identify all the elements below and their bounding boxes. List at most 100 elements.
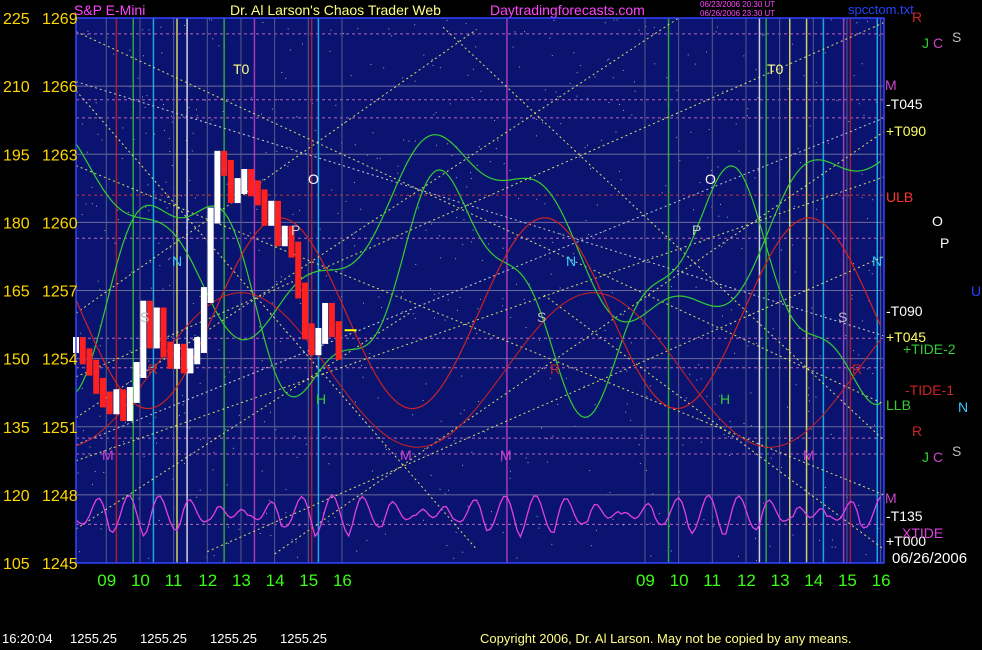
star-dot [297,556,299,558]
star-dot [595,529,597,531]
star-dot [148,29,150,31]
star-dot [630,342,632,344]
x-axis-hour-label: 10 [131,571,150,590]
star-dot [262,179,264,181]
price-bar [133,362,140,403]
star-dot [104,229,106,231]
star-dot [611,292,613,294]
star-dot [354,401,356,403]
star-dot [337,212,339,214]
star-dot [378,296,380,298]
price-bar [227,159,234,204]
planet-marker: O [932,213,943,229]
y-axis-price-label: 1257 [42,284,78,301]
star-dot [192,132,194,134]
star-dot [99,415,101,417]
star-dot [808,410,810,412]
star-dot [453,440,455,442]
star-dot [824,52,826,54]
planet-marker: O [308,171,319,187]
star-dot [270,535,272,537]
star-dot [550,273,552,275]
star-dot [735,123,737,125]
star-dot [95,102,97,104]
star-dot [552,435,554,437]
star-dot [158,520,160,522]
star-dot [319,228,321,230]
price-bar [308,323,315,356]
star-dot [435,111,437,113]
star-dot [431,223,433,225]
star-dot [439,488,441,490]
star-dot [527,462,529,464]
star-dot [594,76,596,78]
star-dot [169,150,171,152]
star-dot [211,119,213,121]
star-dot [716,26,718,28]
star-dot [114,242,116,244]
star-dot [91,186,93,188]
planet-marker: R [852,361,862,377]
y-axis-price-label: 1254 [42,352,78,369]
star-dot [156,442,158,444]
star-dot [793,205,795,207]
planet-marker: N [958,399,968,415]
planet-marker: N [566,253,576,269]
star-dot [858,354,860,356]
x-axis-hour-label: 09 [97,571,116,590]
star-dot [412,313,414,315]
star-dot [353,181,355,183]
star-dot [325,275,327,277]
star-dot [238,414,240,416]
star-dot [866,218,868,220]
star-dot [559,287,561,289]
star-dot [381,306,383,308]
star-dot [195,109,197,111]
star-dot [620,179,622,181]
star-dot [706,395,708,397]
star-dot [853,263,855,265]
star-dot [549,258,551,260]
star-dot [544,203,546,205]
star-dot [712,525,714,527]
planet-marker: S [140,309,149,325]
star-dot [479,298,481,300]
upper-level-label: ULB [886,189,913,205]
star-dot [810,428,812,430]
star-dot [476,164,478,166]
x-axis-hour-label: 10 [670,571,689,590]
star-dot [188,107,190,109]
star-dot [872,199,874,201]
star-dot [298,524,300,526]
x-axis-hour-label: 16 [872,571,891,590]
star-dot [277,99,279,101]
star-dot [699,182,701,184]
star-dot [707,157,709,159]
star-dot [149,422,151,424]
star-dot [456,217,458,219]
star-dot [89,446,91,448]
star-dot [689,373,691,375]
star-dot [815,81,817,83]
y-axis-scale-label: 150 [3,352,30,369]
star-dot [87,30,89,32]
star-dot [259,532,261,534]
star-dot [734,352,736,354]
xtide-label: XTIDE [902,525,943,541]
star-dot [205,99,207,101]
star-dot [145,132,147,134]
star-dot [544,89,546,91]
star-dot [472,229,474,231]
star-dot [569,521,571,523]
star-dot [649,522,651,524]
star-dot [256,208,258,210]
star-dot [169,247,171,249]
star-dot [414,24,416,26]
star-dot [706,51,708,53]
star-dot [414,140,416,142]
star-dot [129,350,131,352]
star-dot [792,534,794,536]
star-dot [285,512,287,514]
star-dot [787,349,789,351]
star-dot [444,493,446,495]
